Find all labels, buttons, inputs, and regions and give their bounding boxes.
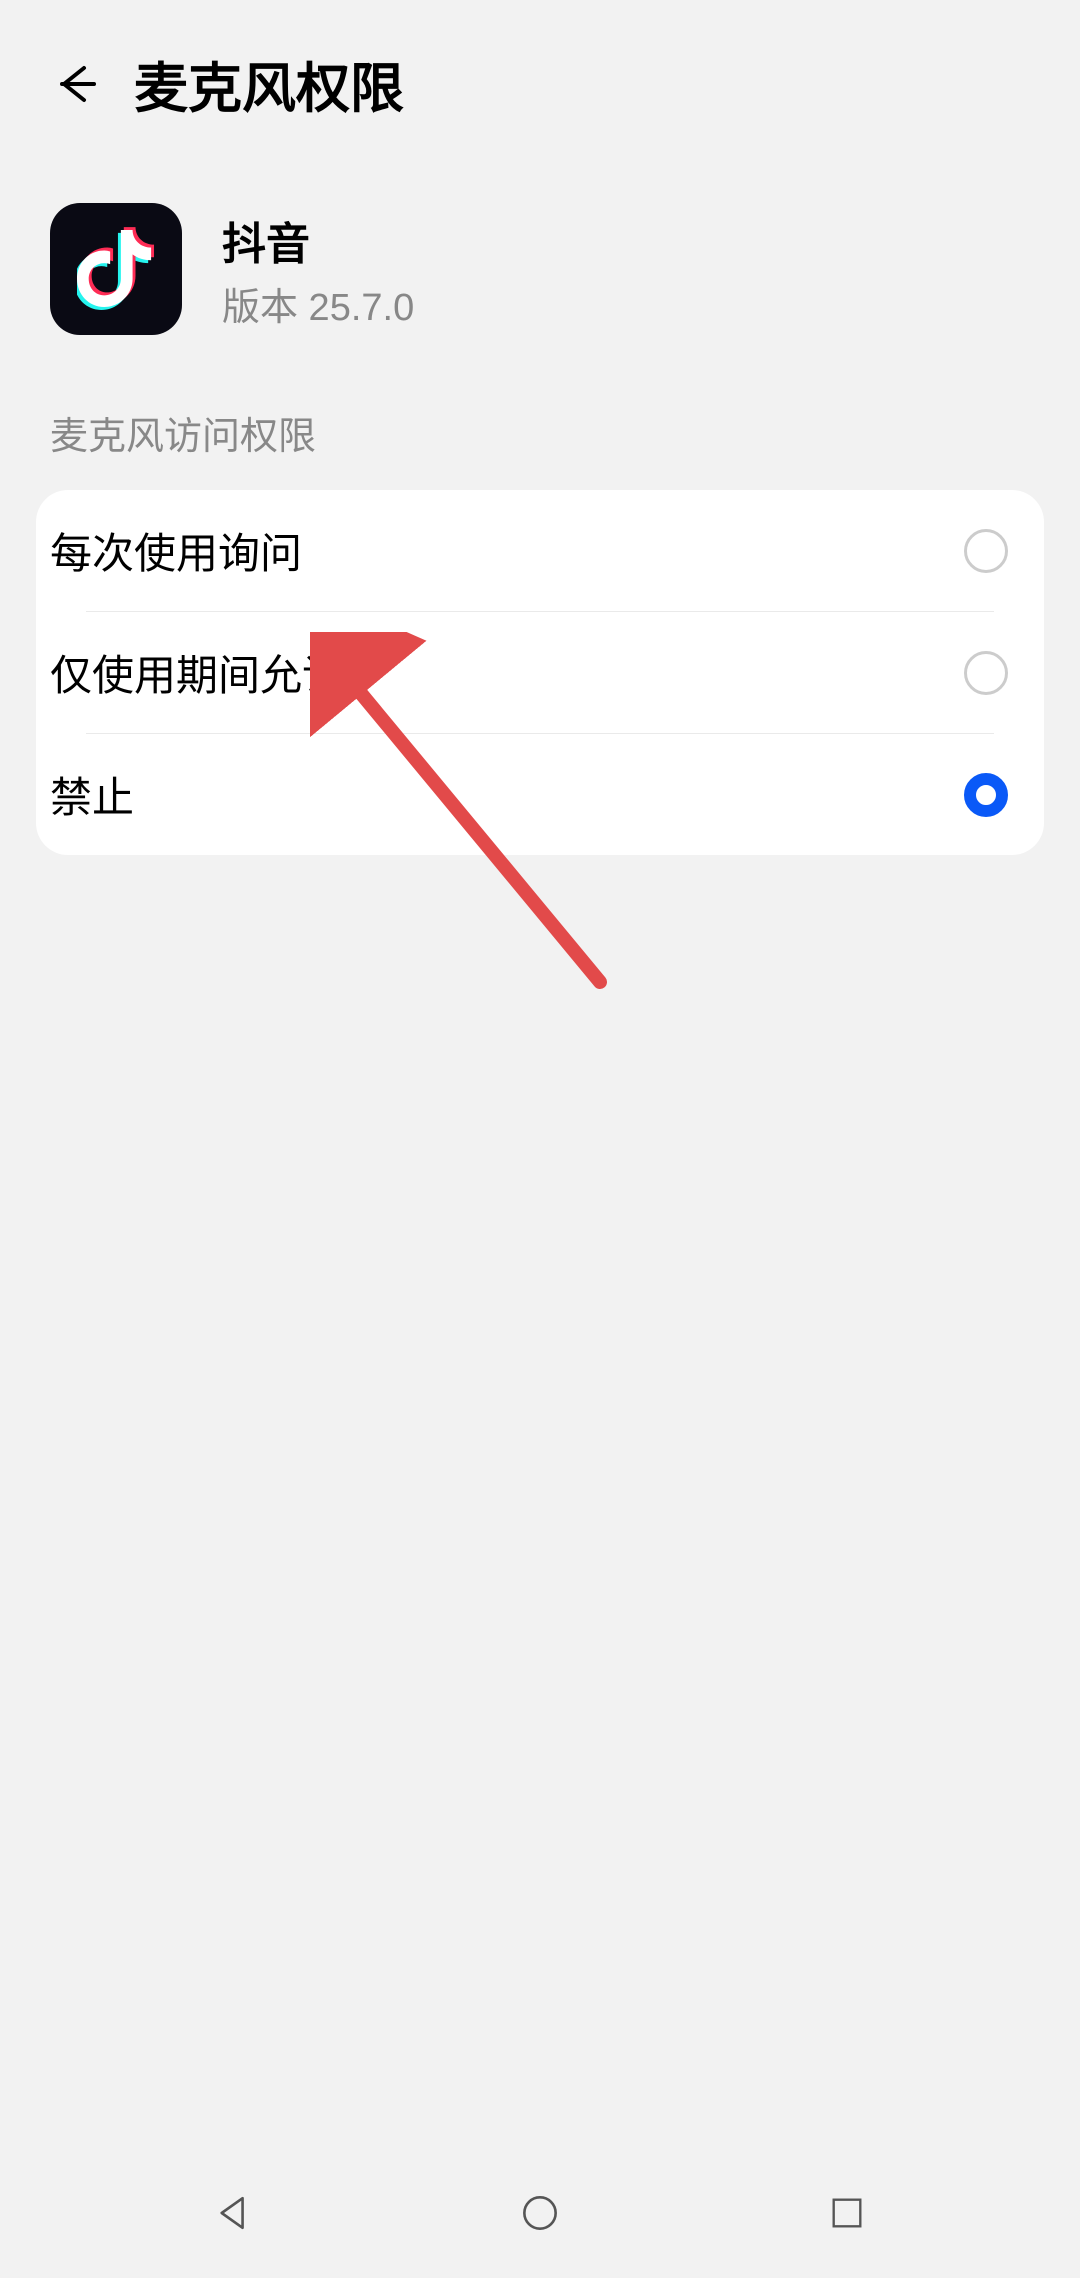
option-deny[interactable]: 禁止 — [36, 734, 1044, 855]
option-label: 每次使用询问 — [50, 520, 302, 581]
radio-unchecked-icon — [964, 651, 1008, 695]
radio-unchecked-icon — [964, 529, 1008, 573]
app-info-section: 抖音 版本 25.7.0 — [0, 163, 1080, 385]
option-allow-while-using[interactable]: 仅使用期间允许 — [36, 612, 1044, 733]
permission-options-card: 每次使用询问 仅使用期间允许 禁止 — [36, 490, 1044, 855]
nav-recent-button[interactable] — [824, 2190, 870, 2236]
option-ask-every-time[interactable]: 每次使用询问 — [36, 490, 1044, 611]
option-label: 禁止 — [50, 764, 134, 825]
nav-bar — [0, 2148, 1080, 2278]
section-label: 麦克风访问权限 — [0, 385, 1080, 490]
page-title: 麦克风权限 — [134, 44, 404, 123]
app-version: 版本 25.7.0 — [222, 276, 414, 331]
app-name: 抖音 — [222, 208, 414, 272]
nav-back-button[interactable] — [210, 2190, 256, 2236]
back-icon[interactable] — [50, 60, 98, 108]
option-label: 仅使用期间允许 — [50, 642, 344, 703]
radio-checked-icon — [964, 773, 1008, 817]
douyin-app-icon — [50, 203, 182, 335]
nav-home-button[interactable] — [517, 2190, 563, 2236]
